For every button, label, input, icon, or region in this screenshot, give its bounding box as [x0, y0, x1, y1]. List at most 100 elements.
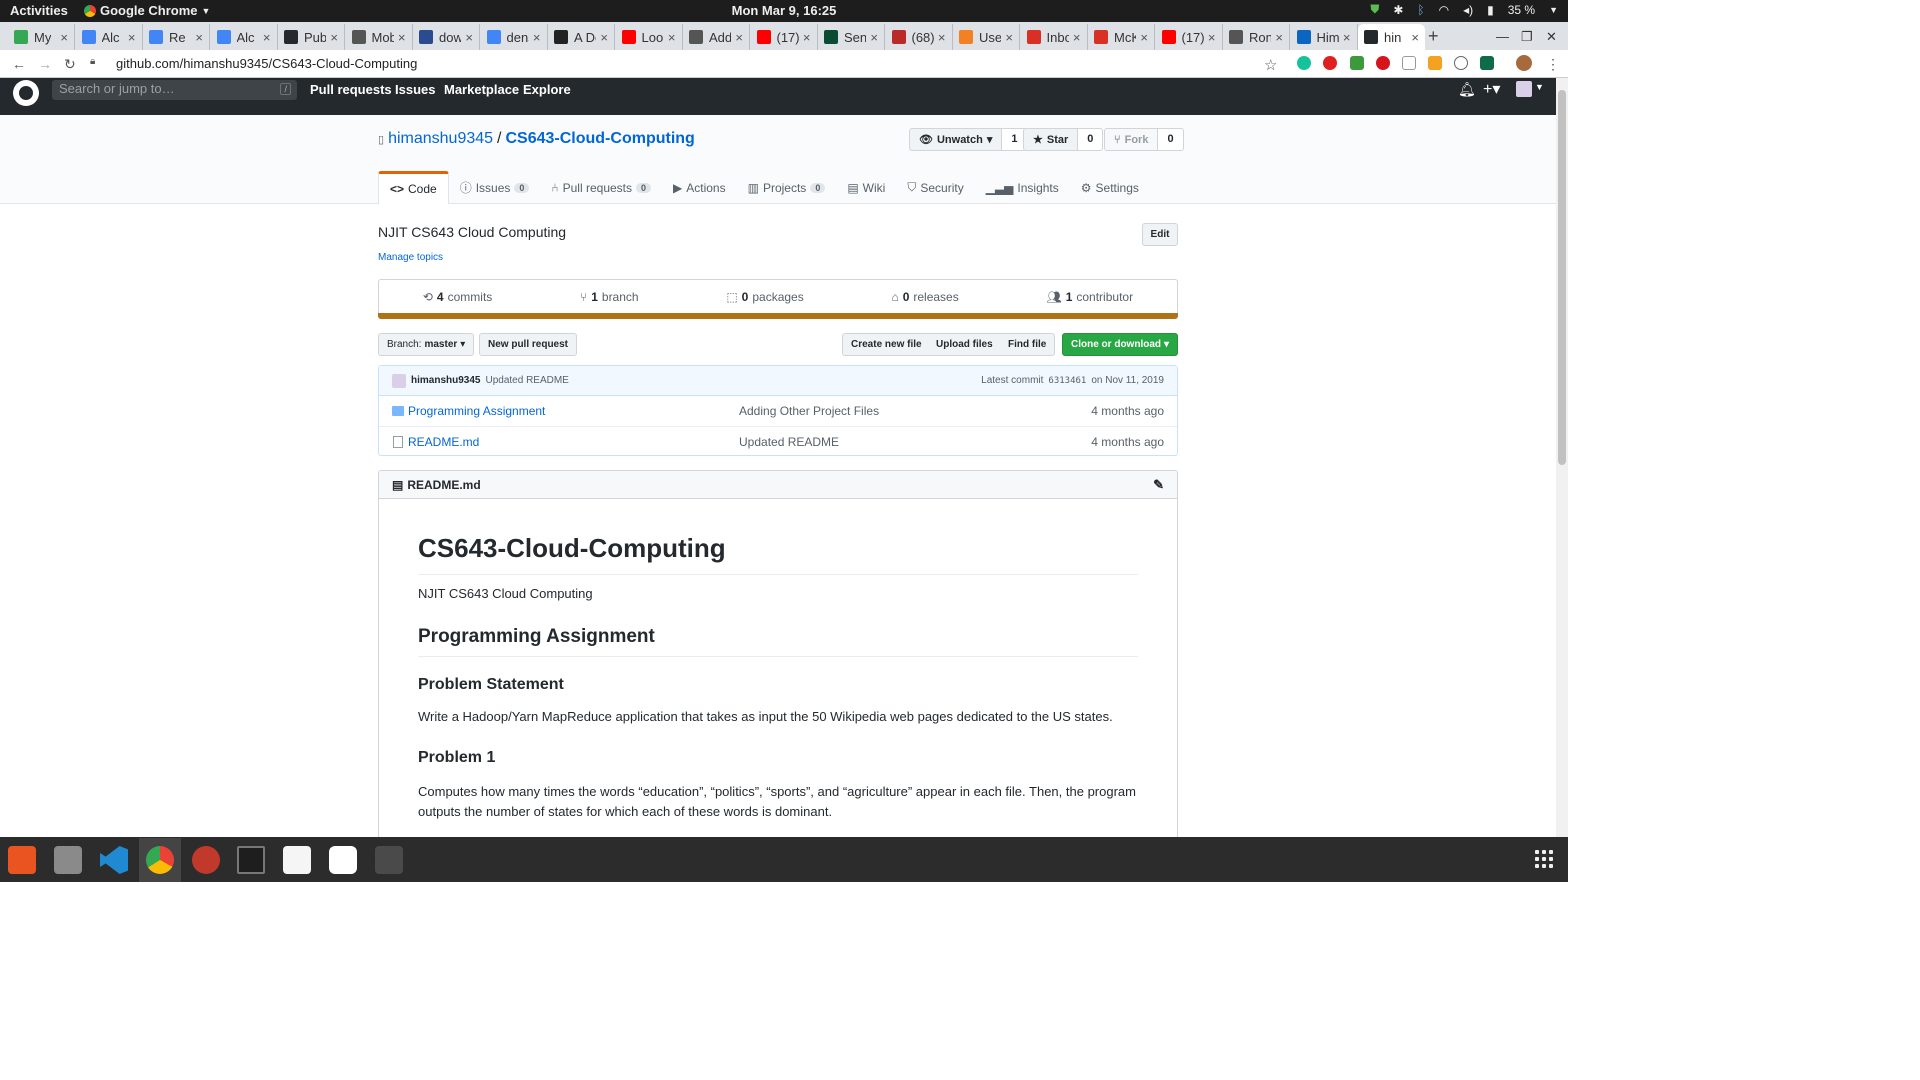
- packages-link[interactable]: ⬚ 0 packages: [726, 290, 803, 304]
- tab-close-icon[interactable]: ×: [1339, 30, 1351, 45]
- file-name-link[interactable]: Programming Assignment: [408, 404, 545, 418]
- branch-select[interactable]: Branch: master ▾: [378, 333, 475, 356]
- browser-tab[interactable]: Add p×: [683, 24, 750, 50]
- tab-close-icon[interactable]: ×: [529, 30, 541, 45]
- file-commit-message[interactable]: Adding Other Project Files: [739, 404, 879, 418]
- adblock-icon[interactable]: [1376, 56, 1390, 70]
- wifi-icon[interactable]: ◠: [1439, 3, 1449, 17]
- forward-arrow-icon[interactable]: →: [38, 56, 52, 72]
- clock[interactable]: Mon Mar 9, 16:25: [0, 3, 1568, 18]
- browser-tab[interactable]: downl×: [413, 24, 480, 50]
- software-center-icon[interactable]: [8, 846, 36, 874]
- nav-pull-requests[interactable]: Pull requests: [310, 82, 392, 97]
- tab-close-icon[interactable]: ×: [326, 30, 338, 45]
- browser-tab[interactable]: (17) Yc×: [1156, 24, 1223, 50]
- tab-close-icon[interactable]: ×: [866, 30, 878, 45]
- tab-issues[interactable]: ⓘ Issues 0: [449, 171, 541, 204]
- edit-description-button[interactable]: Edit: [1142, 223, 1178, 246]
- battery-icon[interactable]: ▮: [1487, 3, 1494, 17]
- maximize-button[interactable]: ❐: [1521, 29, 1533, 45]
- sublime-text-icon[interactable]: [375, 846, 403, 874]
- browser-tab[interactable]: User s×: [953, 24, 1020, 50]
- extension-green-icon[interactable]: [1350, 56, 1364, 70]
- file-name-link[interactable]: README.md: [408, 435, 479, 449]
- minimize-button[interactable]: —: [1496, 29, 1509, 44]
- nav-explore[interactable]: Explore: [523, 82, 571, 97]
- unwatch-button[interactable]: 👁︎ Unwatch ▾: [909, 128, 1003, 151]
- nav-issues[interactable]: Issues: [395, 82, 435, 97]
- tab-insights[interactable]: ▁▃▅ Insights: [975, 171, 1070, 204]
- browser-tab[interactable]: (68) H×: [886, 24, 953, 50]
- scrollbar-thumb[interactable]: [1558, 90, 1566, 465]
- github-logo-icon[interactable]: [13, 80, 39, 106]
- tab-close-icon[interactable]: ×: [259, 30, 271, 45]
- contributors-link[interactable]: 👥︎ 1 contributor: [1046, 290, 1133, 304]
- star-count[interactable]: 0: [1078, 128, 1104, 151]
- commits-link[interactable]: ⟲ 4 commits: [423, 290, 492, 304]
- tab-close-icon[interactable]: ×: [731, 30, 743, 45]
- grammarly-icon[interactable]: [1297, 56, 1311, 70]
- pocket-icon[interactable]: [1454, 56, 1468, 70]
- language-bar[interactable]: [378, 313, 1178, 319]
- volume-icon[interactable]: ◂): [1463, 3, 1473, 17]
- tab-close-icon[interactable]: ×: [461, 30, 473, 45]
- browser-tab[interactable]: Look×: [616, 24, 683, 50]
- file-row[interactable]: README.md Updated README 4 months ago: [379, 426, 1177, 456]
- extension-braces-icon[interactable]: [1402, 56, 1416, 70]
- author-avatar[interactable]: [392, 373, 406, 388]
- tab-close-icon[interactable]: ×: [1001, 30, 1013, 45]
- system-tray[interactable]: ⛊ ✱ ᛒ ◠ ◂) ▮ 35 % ▼: [1370, 2, 1558, 17]
- bookmark-star-icon[interactable]: ☆: [1264, 56, 1277, 74]
- tab-close-icon[interactable]: ×: [1136, 30, 1148, 45]
- file-row[interactable]: Programming Assignment Adding Other Proj…: [379, 396, 1177, 426]
- back-arrow-icon[interactable]: ←: [12, 56, 26, 72]
- tab-close-icon[interactable]: ×: [1271, 30, 1283, 45]
- new-tab-button[interactable]: +: [1428, 26, 1439, 47]
- repo-owner-link[interactable]: himanshu9345: [388, 130, 493, 148]
- browser-tab[interactable]: McKin×: [1088, 24, 1155, 50]
- tab-close-icon[interactable]: ×: [799, 30, 811, 45]
- close-window-button[interactable]: ✕: [1546, 29, 1557, 45]
- clone-or-download-button[interactable]: Clone or download ▾: [1062, 333, 1179, 356]
- power-menu-icon[interactable]: ▼: [1549, 5, 1558, 15]
- tab-actions[interactable]: ▶ Actions: [662, 171, 737, 204]
- branch-link[interactable]: ⑂ 1 branch: [580, 290, 639, 304]
- create-new-file-button[interactable]: Create new file: [842, 333, 931, 356]
- tab-close-icon[interactable]: ×: [394, 30, 406, 45]
- url-field[interactable]: github.com/himanshu9345/CS643-Cloud-Comp…: [116, 56, 417, 71]
- browser-tab[interactable]: Alc ×: [211, 24, 278, 50]
- tab-close-icon[interactable]: ×: [1204, 30, 1216, 45]
- file-manager-icon[interactable]: [54, 846, 82, 874]
- chrome-icon[interactable]: [146, 846, 174, 874]
- browser-tab[interactable]: Inbox×: [1021, 24, 1088, 50]
- tab-close-icon[interactable]: ×: [191, 30, 203, 45]
- upload-files-button[interactable]: Upload files: [928, 333, 1002, 356]
- reload-icon[interactable]: ↻: [64, 56, 76, 73]
- settings-icon[interactable]: [192, 846, 220, 874]
- extension-red-icon[interactable]: [1323, 56, 1337, 70]
- chrome-menu-icon[interactable]: ⋮: [1546, 56, 1560, 73]
- notifications-bell-icon[interactable]: 🔔︎: [1458, 81, 1476, 98]
- browser-tab[interactable]: hin ×: [1358, 24, 1425, 50]
- star-button[interactable]: ★ Star: [1023, 128, 1079, 151]
- user-avatar[interactable]: [1516, 81, 1532, 97]
- user-menu-caret-icon[interactable]: ▼: [1535, 82, 1544, 92]
- releases-link[interactable]: ⌂ 0 releases: [891, 290, 958, 304]
- extension-orange-icon[interactable]: [1428, 56, 1442, 70]
- nav-marketplace[interactable]: Marketplace: [444, 82, 519, 97]
- commit-message[interactable]: Updated README: [485, 375, 568, 386]
- fork-count[interactable]: 0: [1158, 128, 1184, 151]
- repo-name-link[interactable]: CS643-Cloud-Computing: [505, 130, 694, 148]
- find-file-button[interactable]: Find file: [1000, 333, 1056, 356]
- commit-author[interactable]: himanshu9345: [411, 375, 480, 386]
- browser-tab[interactable]: My ×: [8, 24, 75, 50]
- page-scrollbar[interactable]: [1556, 78, 1568, 837]
- profile-avatar[interactable]: [1516, 55, 1532, 71]
- shield-icon[interactable]: ⛊: [1370, 2, 1379, 17]
- create-new-plus-icon[interactable]: +▾: [1483, 79, 1500, 99]
- tab-projects[interactable]: ▥ Projects 0: [737, 171, 837, 204]
- tab-wiki[interactable]: ▤ Wiki: [836, 171, 896, 204]
- browser-tab[interactable]: Himar×: [1291, 24, 1358, 50]
- browser-tab[interactable]: Alc ×: [76, 24, 143, 50]
- manage-topics-link[interactable]: Manage topics: [378, 252, 443, 263]
